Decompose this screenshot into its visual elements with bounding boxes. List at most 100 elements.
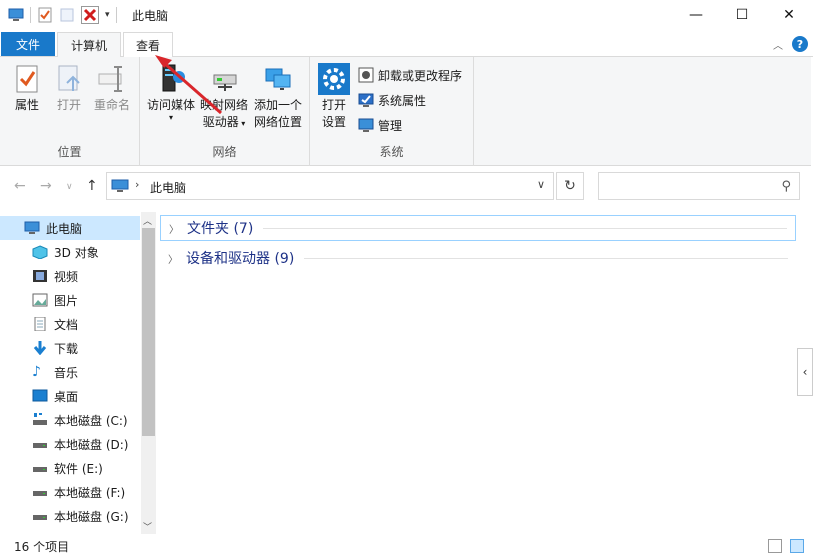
dropdown-icon: ▾ [238, 119, 246, 128]
divider [263, 227, 787, 229]
chevron-right-icon[interactable]: 〉 [168, 251, 178, 266]
access-media-button[interactable]: 访问媒体 ▾ [145, 63, 197, 122]
search-box[interactable]: ⚲ [598, 172, 800, 200]
window-title: 此电脑 [132, 9, 169, 23]
refresh-button[interactable]: ↻ [556, 172, 584, 200]
nav-item-videos[interactable]: 视频 [0, 264, 140, 288]
scroll-up-icon[interactable]: ︿ [143, 214, 152, 227]
documents-icon [32, 316, 48, 332]
manage-button[interactable]: 管理 [358, 116, 402, 134]
title-bar: ▾ 此电脑 — ☐ ✕ [0, 0, 813, 30]
navigation-pane: 此电脑 3D 对象 视频 图片 文档 下载 ♪ 音乐 桌面 本地磁盘 (C:) … [0, 212, 156, 534]
network-location-icon [262, 63, 294, 95]
ribbon-panel: 属性 打开 重命名 位置 访问媒体 ▾ 映射网络 驱动器 ▾ 添加一个 网络位置… [0, 57, 811, 166]
open-button[interactable]: 打开 [50, 63, 88, 114]
nav-item-drive-e[interactable]: 软件 (E:) [0, 456, 140, 480]
nav-item-3d-objects[interactable]: 3D 对象 [0, 240, 140, 264]
nav-item-music[interactable]: ♪ 音乐 [0, 360, 140, 384]
divider [30, 7, 31, 23]
system-drive-icon [32, 413, 48, 427]
group-network: 访问媒体 ▾ 映射网络 驱动器 ▾ 添加一个 网络位置 网络 [140, 57, 310, 166]
rename-button[interactable]: 重命名 [90, 63, 134, 114]
open-settings-button[interactable]: 打开 设置 [316, 63, 352, 131]
new-folder-icon[interactable] [59, 7, 75, 23]
drive-icon [32, 437, 48, 451]
content-pane: 〉 文件夹 (7) 〉 设备和驱动器 (9) [160, 212, 800, 534]
group-system: 打开 设置 卸载或更改程序 系统属性 管理 系统 [310, 57, 474, 166]
group-header-folders[interactable]: 〉 文件夹 (7) [160, 215, 796, 241]
up-arrow-icon: ↑ [86, 178, 98, 194]
group-location: 属性 打开 重命名 位置 [0, 57, 140, 166]
chevron-right-icon[interactable]: 〉 [169, 221, 179, 236]
up-button[interactable]: ↑ [86, 178, 98, 194]
pictures-icon [32, 293, 48, 307]
divider [304, 257, 788, 259]
nav-item-downloads[interactable]: 下载 [0, 336, 140, 360]
properties-button[interactable]: 属性 [8, 63, 46, 114]
scroll-down-icon[interactable]: ﹀ [143, 520, 152, 533]
dropdown-icon: ▾ [168, 113, 173, 122]
add-network-location-button[interactable]: 添加一个 网络位置 [250, 63, 306, 131]
nav-item-drive-f[interactable]: 本地磁盘 (F:) [0, 480, 140, 504]
nav-item-this-pc[interactable]: 此电脑 [0, 216, 140, 240]
close-button[interactable]: ✕ [766, 0, 812, 30]
maximize-icon: ☐ [735, 7, 749, 23]
large-icons-view-icon[interactable] [790, 539, 804, 553]
ribbon-tabs: 文件 计算机 查看 ︿ [0, 30, 813, 58]
item-count: 16 个项目 [14, 540, 70, 554]
properties-icon [11, 63, 43, 95]
manage-icon [358, 117, 374, 133]
qat-dropdown-icon[interactable]: ▾ [105, 10, 110, 20]
quick-access-toolbar: ▾ [8, 5, 117, 25]
minimize-button[interactable]: — [673, 0, 719, 30]
nav-pane-scrollbar[interactable]: ︿ ﹀ [141, 212, 156, 534]
refresh-icon: ↻ [564, 178, 576, 194]
rename-icon [96, 63, 128, 95]
computer-icon [24, 221, 40, 235]
desktop-icon [32, 389, 48, 403]
nav-item-desktop[interactable]: 桌面 [0, 384, 140, 408]
3d-objects-icon [32, 245, 48, 260]
divider [115, 7, 117, 23]
nav-item-drive-d[interactable]: 本地磁盘 (D:) [0, 432, 140, 456]
search-input[interactable] [603, 177, 773, 195]
computer-icon [8, 7, 24, 23]
forward-button[interactable]: → [40, 178, 52, 194]
preview-pane-toggle[interactable]: ‹ [797, 348, 813, 396]
tab-view[interactable]: 查看 [123, 32, 173, 57]
tab-file[interactable]: 文件 [1, 32, 55, 56]
details-view-icon[interactable] [768, 539, 782, 553]
tab-computer[interactable]: 计算机 [57, 32, 121, 58]
nav-item-drive-c[interactable]: 本地磁盘 (C:) [0, 408, 140, 432]
help-icon[interactable]: ? [792, 36, 808, 52]
collapse-ribbon-icon[interactable]: ︿ [773, 37, 783, 52]
properties-icon[interactable] [37, 7, 53, 23]
nav-item-drive-g[interactable]: 本地磁盘 (G:) [0, 504, 140, 528]
back-arrow-icon: ← [14, 178, 26, 194]
nav-item-documents[interactable]: 文档 [0, 312, 140, 336]
back-button[interactable]: ← [14, 178, 26, 194]
group-header-devices[interactable]: 〉 设备和驱动器 (9) [160, 245, 796, 271]
map-network-drive-button[interactable]: 映射网络 驱动器 ▾ [198, 63, 250, 132]
network-drive-icon [208, 63, 240, 95]
group-label-network: 网络 [212, 145, 237, 159]
chevron-down-icon[interactable]: ∨ [537, 178, 545, 191]
video-icon [32, 269, 48, 283]
uninstall-program-button[interactable]: 卸载或更改程序 [358, 66, 462, 84]
breadcrumb-chevron-icon[interactable]: › [135, 178, 139, 191]
nav-item-pictures[interactable]: 图片 [0, 288, 140, 312]
chevron-left-icon: ‹ [802, 365, 808, 379]
system-properties-button[interactable]: 系统属性 [358, 91, 426, 109]
address-bar[interactable]: › 此电脑 ∨ [106, 172, 554, 200]
gear-icon [318, 63, 350, 95]
maximize-button[interactable]: ☐ [719, 0, 765, 30]
chevron-down-icon: ∨ [66, 182, 73, 192]
scrollbar-thumb[interactable] [142, 228, 155, 436]
system-properties-icon [358, 92, 374, 108]
uninstall-icon [358, 67, 374, 83]
delete-icon[interactable] [81, 6, 99, 24]
download-icon [32, 341, 48, 356]
recent-locations-button[interactable]: ∨ [66, 182, 73, 192]
close-icon: ✕ [783, 7, 795, 23]
breadcrumb[interactable]: 此电脑 [150, 179, 186, 196]
